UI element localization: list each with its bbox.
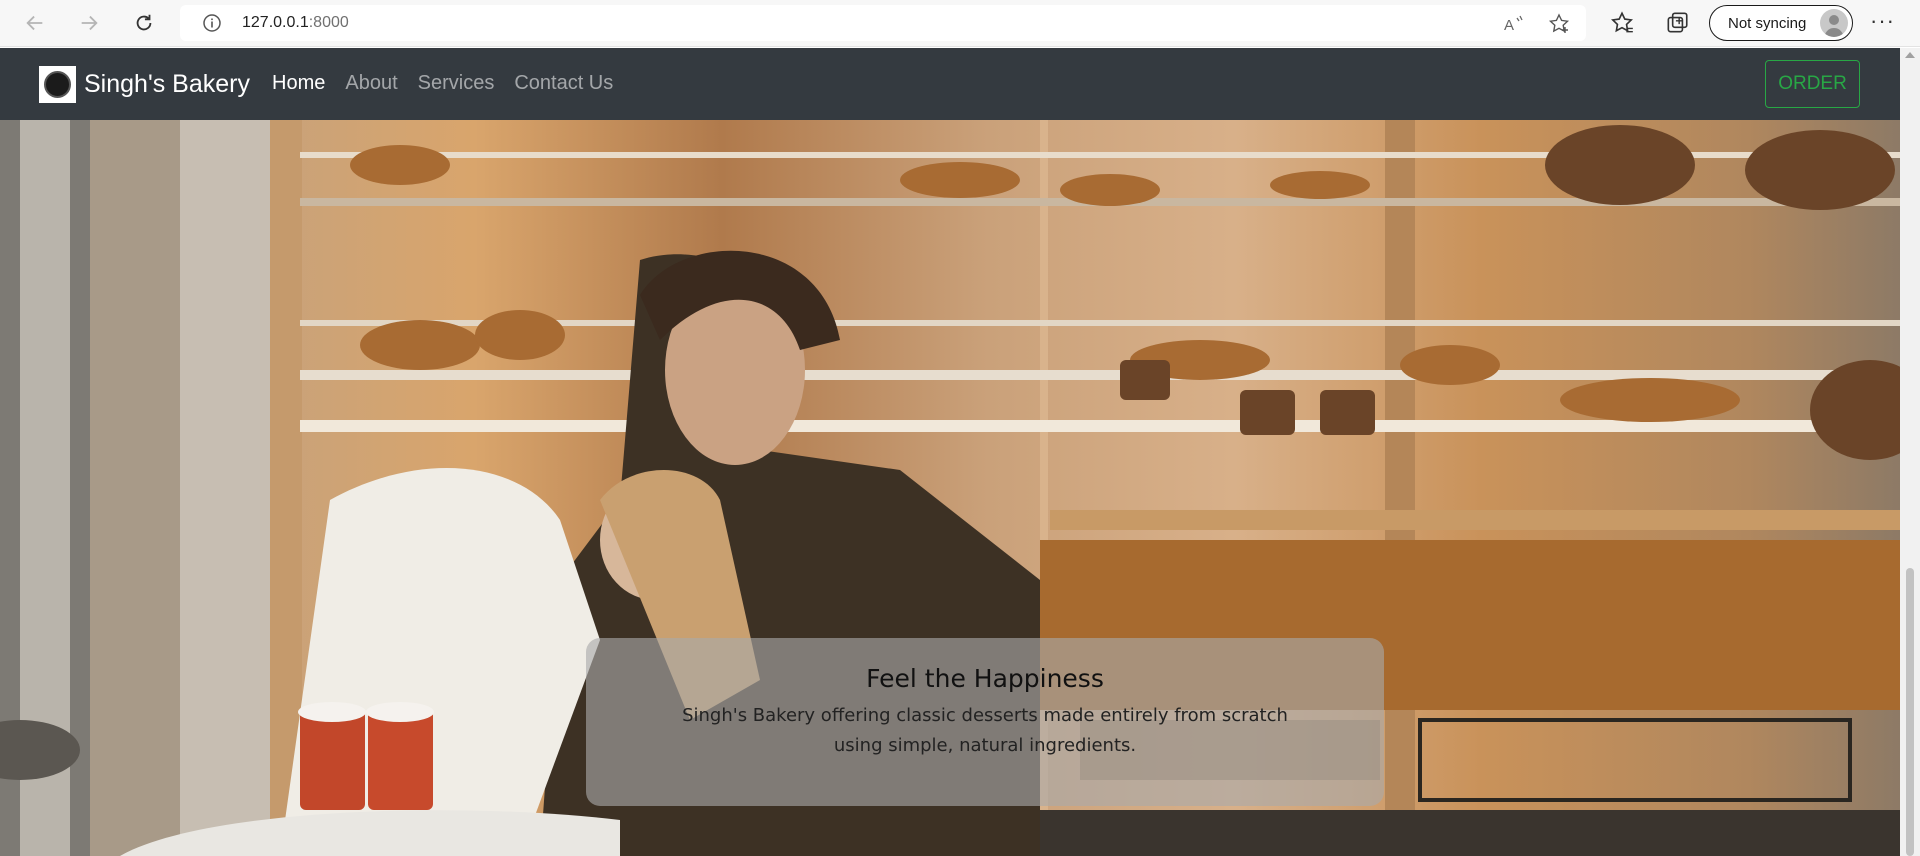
scrollbar-thumb[interactable] [1906,568,1914,856]
nav-link-about[interactable]: About [345,72,397,95]
nav-link-home[interactable]: Home [272,72,325,95]
carousel-caption: Feel the Happiness Singh's Bakery offeri… [586,638,1384,806]
brand-logo-icon [39,66,76,103]
url-text: 127.0.0.1:8000 [242,14,349,32]
avatar [1820,9,1848,37]
url-port: :8000 [308,14,349,31]
favorites-icon[interactable] [1609,10,1635,36]
brand-name: Singh's Bakery [84,70,250,98]
brand[interactable]: Singh's Bakery [39,66,250,103]
page-scrollbar[interactable] [1900,48,1920,856]
url-host: 127.0.0.1 [242,14,309,31]
address-bar[interactable]: 127.0.0.1:8000 A [180,5,1586,41]
settings-more-icon[interactable]: ··· [1870,10,1895,32]
profile-sync-button[interactable]: Not syncing [1709,5,1853,41]
back-icon[interactable] [20,8,50,38]
web-page: Singh's Bakery Home About Services Conta… [0,48,1920,856]
nav-menu: Home About Services Contact Us [272,72,613,95]
read-aloud-icon[interactable]: A [1502,12,1526,36]
site-navbar: Singh's Bakery Home About Services Conta… [0,48,1900,120]
svg-text:A: A [1504,17,1514,34]
scroll-up-icon[interactable] [1905,52,1915,58]
site-info-icon[interactable] [202,13,222,33]
caption-text: Singh's Bakery offering classic desserts… [682,705,1288,756]
forward-icon[interactable] [74,8,104,38]
add-favorite-icon[interactable] [1547,12,1571,36]
nav-link-contact[interactable]: Contact Us [514,72,613,95]
nav-link-services[interactable]: Services [418,72,495,95]
order-button[interactable]: ORDER [1765,60,1860,108]
browser-toolbar: 127.0.0.1:8000 A Not syncing ··· [0,0,1920,47]
sync-label: Not syncing [1728,15,1807,32]
collections-icon[interactable] [1664,10,1690,36]
caption-title: Feel the Happiness [866,664,1104,693]
refresh-icon[interactable] [129,8,159,38]
